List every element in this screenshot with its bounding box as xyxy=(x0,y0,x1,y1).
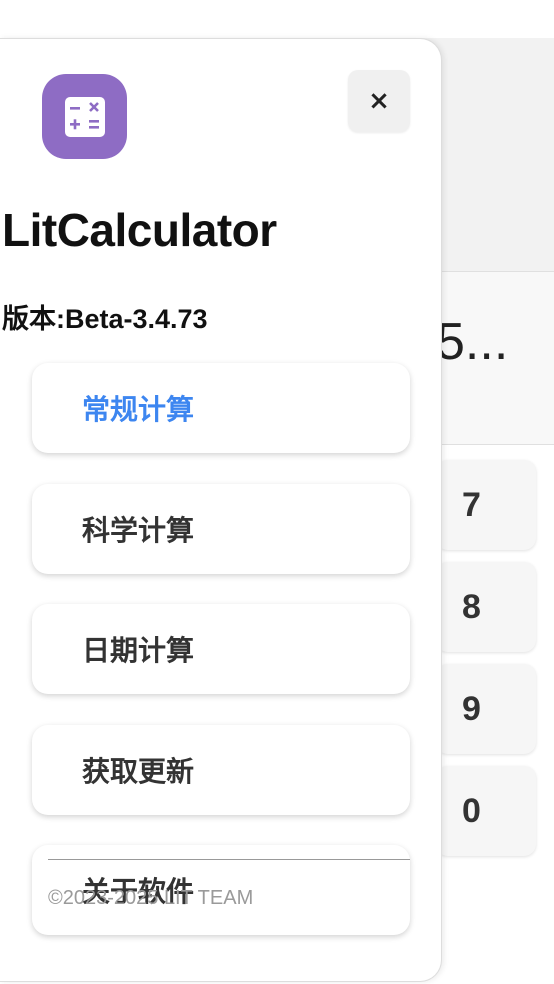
menu-item-label: 获取更新 xyxy=(82,755,195,788)
menu-item-label: 日期计算 xyxy=(82,634,195,667)
calculator-icon xyxy=(64,96,105,137)
app-icon xyxy=(42,74,127,159)
key-0[interactable]: 0 xyxy=(436,766,536,856)
menu-item-update[interactable]: 获取更新 xyxy=(32,725,410,815)
menu-item-standard[interactable]: 常规计算 xyxy=(32,363,410,453)
menu-item-label: 科学计算 xyxy=(82,514,195,547)
close-button[interactable]: × xyxy=(348,70,410,132)
screen: 5... 7 8 9 0 × LitCalculator 版本:Beta-3.4… xyxy=(0,0,554,984)
key-7[interactable]: 7 xyxy=(436,460,536,550)
version-label: 版本:Beta-3.4.73 xyxy=(2,304,208,334)
display-value: 5... xyxy=(436,313,509,371)
menu-item-label: 常规计算 xyxy=(82,393,195,426)
footer-divider xyxy=(48,859,410,860)
menu-item-date[interactable]: 日期计算 xyxy=(32,604,410,694)
navigation-drawer: × LitCalculator 版本:Beta-3.4.73 常规计算 科学计算… xyxy=(0,38,442,982)
close-icon: × xyxy=(368,86,390,116)
copyright-text: ©2023-2025 LIT TEAM xyxy=(48,887,254,909)
key-8[interactable]: 8 xyxy=(436,562,536,652)
menu-item-scientific[interactable]: 科学计算 xyxy=(32,484,410,574)
key-9[interactable]: 9 xyxy=(436,664,536,754)
app-name: LitCalculator xyxy=(2,204,277,256)
